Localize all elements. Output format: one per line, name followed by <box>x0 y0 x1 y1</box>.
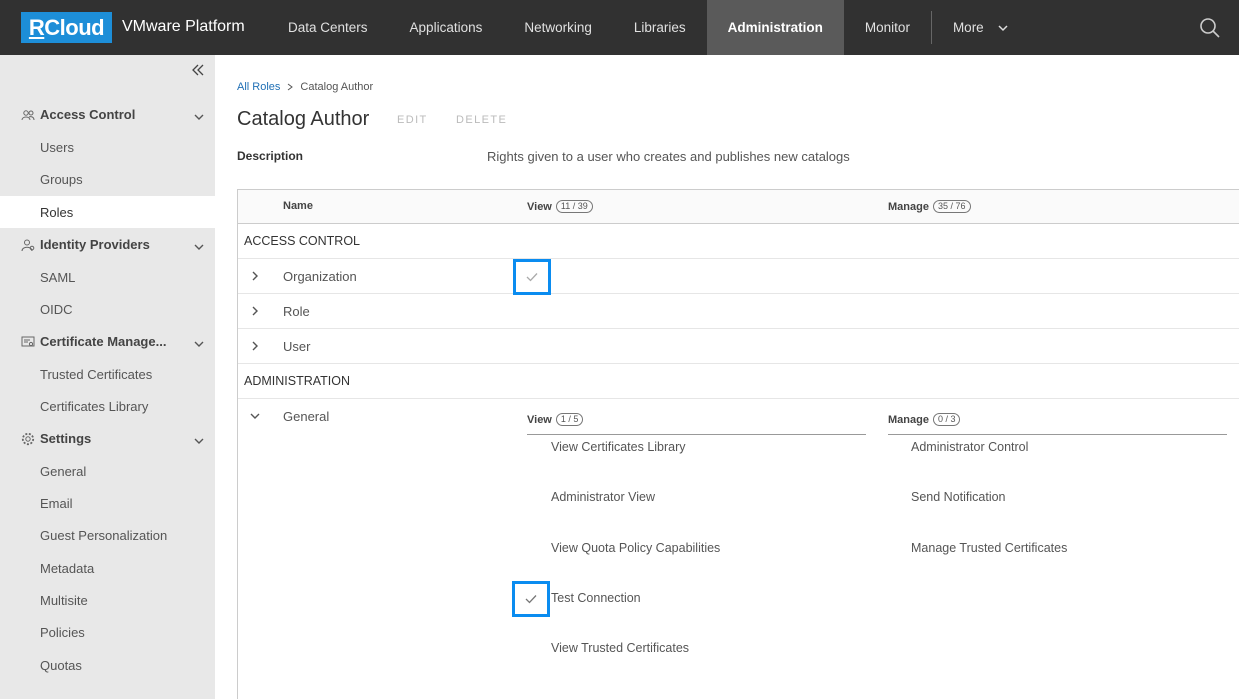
manage-count-badge: 35 / 76 <box>932 200 971 213</box>
right-manage-trusted-certificates: Manage Trusted Certificates <box>911 541 1068 555</box>
nav-libraries[interactable]: Libraries <box>613 0 707 55</box>
view-count-badge: 11 / 39 <box>555 200 593 213</box>
sidebar-item-general[interactable]: General <box>0 455 215 487</box>
right-view-certificates-library: View Certificates Library <box>551 440 686 454</box>
right-administrator-view: Administrator View <box>551 490 655 504</box>
breadcrumb-current: Catalog Author <box>300 81 374 93</box>
row-role[interactable]: Role <box>238 294 1239 329</box>
sidebar-item-saml[interactable]: SAML <box>0 261 215 293</box>
sidebar-item-quotas[interactable]: Quotas <box>0 649 215 681</box>
sidebar-item-policies[interactable]: Policies <box>0 616 215 648</box>
nav-monitor[interactable]: Monitor <box>844 0 931 55</box>
sidebar-item-multisite[interactable]: Multisite <box>0 584 215 616</box>
sidebar-group-certificate-management[interactable]: Certificate Manage... <box>0 326 215 358</box>
identity-icon <box>21 239 35 252</box>
row-user[interactable]: User <box>238 329 1239 364</box>
right-administrator-control: Administrator Control <box>911 440 1029 454</box>
chevron-right-icon[interactable] <box>249 340 261 352</box>
column-view[interactable]: View 11 / 39 <box>527 200 593 213</box>
chevron-right-icon[interactable] <box>249 305 261 317</box>
description-label: Description <box>237 149 304 163</box>
general-view-header: View 1 / 5 <box>527 413 584 426</box>
sidebar-item-metadata[interactable]: Metadata <box>0 552 215 584</box>
app-title: VMware Platform <box>122 18 245 35</box>
right-view-quota-policy-capabilities: View Quota Policy Capabilities <box>551 541 721 555</box>
chevron-right-icon <box>288 83 294 91</box>
sidebar-item-roles[interactable]: Roles <box>0 196 215 228</box>
general-view-count: 1 / 5 <box>555 413 584 426</box>
column-name[interactable]: Name <box>283 200 313 212</box>
main-nav: Data Centers Applications Networking Lib… <box>267 0 1029 55</box>
sidebar-item-trusted-certificates[interactable]: Trusted Certificates <box>0 358 215 390</box>
sidebar-group-settings[interactable]: Settings <box>0 423 215 455</box>
chevron-down-icon <box>194 438 204 444</box>
sidebar-item-users[interactable]: Users <box>0 131 215 163</box>
top-header: R Cloud VMware Platform Data Centers Appl… <box>0 0 1239 55</box>
chevron-right-icon[interactable] <box>249 270 261 282</box>
gear-icon <box>21 432 35 446</box>
description-value: Rights given to a user who creates and p… <box>487 149 850 164</box>
divider <box>888 434 1227 435</box>
breadcrumb-all-roles[interactable]: All Roles <box>237 81 280 93</box>
page-title: Catalog Author <box>237 108 370 130</box>
general-manage-count: 0 / 3 <box>932 413 961 426</box>
rights-grid: Name View 11 / 39 Manage 35 / 76 ACCESS CO… <box>237 189 1239 699</box>
sidebar-group-label: Certificate Manage... <box>40 334 167 349</box>
sidebar-group-access-control[interactable]: Access Control <box>0 99 215 131</box>
section-access-control: ACCESS CONTROL <box>238 224 1239 259</box>
users-icon <box>21 110 35 121</box>
chevron-down-icon <box>194 244 204 250</box>
row-name: User <box>283 339 311 354</box>
check-icon <box>525 595 537 604</box>
rcloud-logo[interactable]: R Cloud <box>21 12 112 43</box>
nav-data-centers[interactable]: Data Centers <box>267 0 389 55</box>
main-content: All Roles Catalog Author Catalog Author … <box>215 55 1239 699</box>
section-administration: ADMINISTRATION <box>238 364 1239 399</box>
right-send-notification: Send Notification <box>911 490 1006 504</box>
divider <box>527 434 866 435</box>
sidebar-group-identity-providers[interactable]: Identity Providers <box>0 229 215 261</box>
row-name: Organization <box>283 269 357 284</box>
sidebar-item-certificates-library[interactable]: Certificates Library <box>0 390 215 422</box>
test-connection-checkbox[interactable] <box>512 581 550 617</box>
row-name: Role <box>283 304 310 319</box>
sidebar-item-groups[interactable]: Groups <box>0 163 215 195</box>
nav-administration[interactable]: Administration <box>706 0 844 55</box>
row-name: General <box>283 409 330 424</box>
check-icon <box>526 273 538 282</box>
chevron-down-icon[interactable] <box>249 410 261 422</box>
nav-more[interactable]: More <box>932 0 1029 55</box>
search-icon[interactable] <box>1199 17 1221 39</box>
row-general[interactable]: General View 1 / 5 Manage 0 / 3 View Certi… <box>238 399 1239 699</box>
row-organization[interactable]: Organization <box>238 259 1239 294</box>
double-chevron-left-icon[interactable] <box>191 63 205 77</box>
nav-networking[interactable]: Networking <box>503 0 613 55</box>
column-manage[interactable]: Manage 35 / 76 <box>888 200 971 213</box>
chevron-down-icon <box>194 341 204 347</box>
chevron-down-icon <box>998 24 1008 31</box>
grid-header: Name View 11 / 39 Manage 35 / 76 <box>238 190 1239 224</box>
right-view-trusted-certificates: View Trusted Certificates <box>551 641 690 655</box>
organization-view-checkbox[interactable] <box>513 259 551 295</box>
edit-button[interactable]: EDIT <box>397 114 428 126</box>
nav-more-label: More <box>952 20 984 35</box>
sidebar-item-guest-personalization[interactable]: Guest Personalization <box>0 519 215 551</box>
nav-applications[interactable]: Applications <box>389 0 504 55</box>
sidebar-item-oidc[interactable]: OIDC <box>0 293 215 325</box>
sidebar-group-label: Identity Providers <box>40 237 150 252</box>
chevron-down-icon <box>194 114 204 120</box>
delete-button[interactable]: DELETE <box>456 114 507 126</box>
certificate-icon <box>21 336 35 347</box>
general-manage-header: Manage 0 / 3 <box>888 413 961 426</box>
sidebar-item-email[interactable]: Email <box>0 487 215 519</box>
breadcrumb: All Roles Catalog Author <box>237 81 373 93</box>
right-test-connection: Test Connection <box>551 591 641 605</box>
sidebar-group-label: Access Control <box>40 107 136 122</box>
sidebar-group-label: Settings <box>40 431 92 446</box>
sidebar: Access Control Users Groups Roles Identi… <box>0 55 215 699</box>
